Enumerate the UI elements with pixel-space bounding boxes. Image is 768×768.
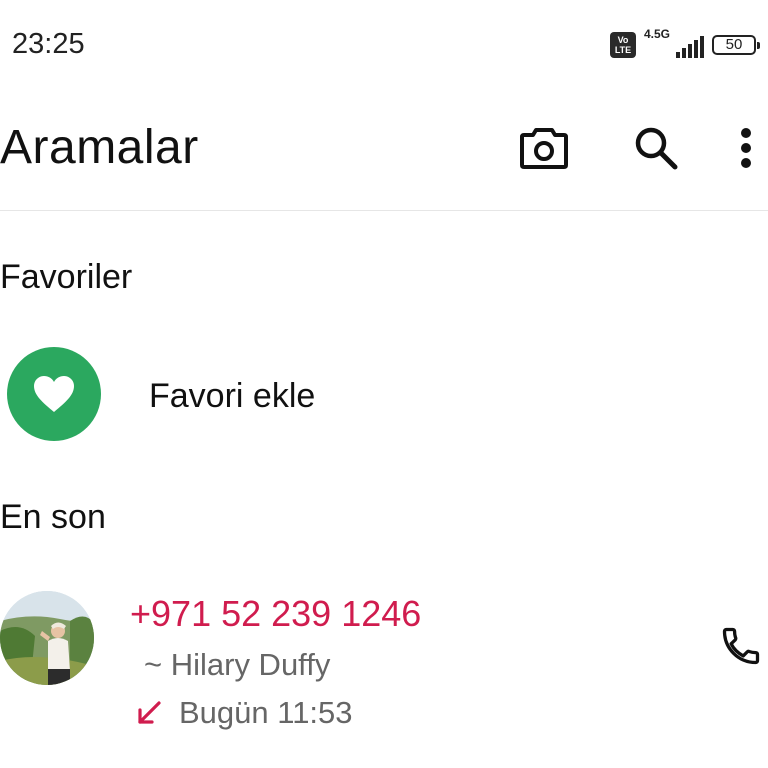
volte-icon: Vo LTE <box>610 32 636 58</box>
call-time: Bugün 11:53 <box>179 695 353 730</box>
more-vert-icon <box>741 128 751 168</box>
favorites-section-title: Favoriler <box>0 258 133 296</box>
caller-name: ~ Hilary Duffy <box>144 647 331 682</box>
app-bar: Aramalar <box>0 100 768 211</box>
caller-number: +971 52 239 1246 <box>130 593 422 634</box>
add-favorite-item[interactable]: Favori ekle <box>0 345 768 445</box>
search-icon <box>635 127 678 170</box>
call-meta: Bugün 11:53 <box>135 695 353 731</box>
recent-section-title: En son <box>0 498 106 536</box>
recent-call-item[interactable]: +971 52 239 1246 ~ Hilary Duffy Bugün 11… <box>0 585 768 745</box>
camera-icon <box>520 128 568 169</box>
heart-icon <box>34 376 74 412</box>
camera-button[interactable] <box>516 120 572 176</box>
avatar-photo <box>0 591 94 685</box>
status-indicators: Vo LTE 4.5G 50 <box>610 27 760 60</box>
battery-level: 50 <box>725 36 743 53</box>
page-title: Aramalar <box>0 121 199 174</box>
signal-bars <box>676 36 704 58</box>
phone-icon <box>722 627 760 665</box>
call-button[interactable] <box>716 621 766 671</box>
signal-icon: 4.5G <box>644 27 704 60</box>
status-bar: 23:25 Vo LTE 4.5G 50 <box>0 0 768 90</box>
status-time: 23:25 <box>12 28 85 60</box>
add-favorite-label: Favori ekle <box>149 377 316 415</box>
more-options-button[interactable] <box>726 120 766 176</box>
network-type: 4.5G <box>644 27 671 41</box>
avatar[interactable] <box>0 591 94 685</box>
add-favorite-button[interactable] <box>7 347 101 441</box>
battery-icon: 50 <box>712 35 760 55</box>
search-button[interactable] <box>628 120 684 176</box>
missed-call-arrow-icon <box>138 701 161 724</box>
